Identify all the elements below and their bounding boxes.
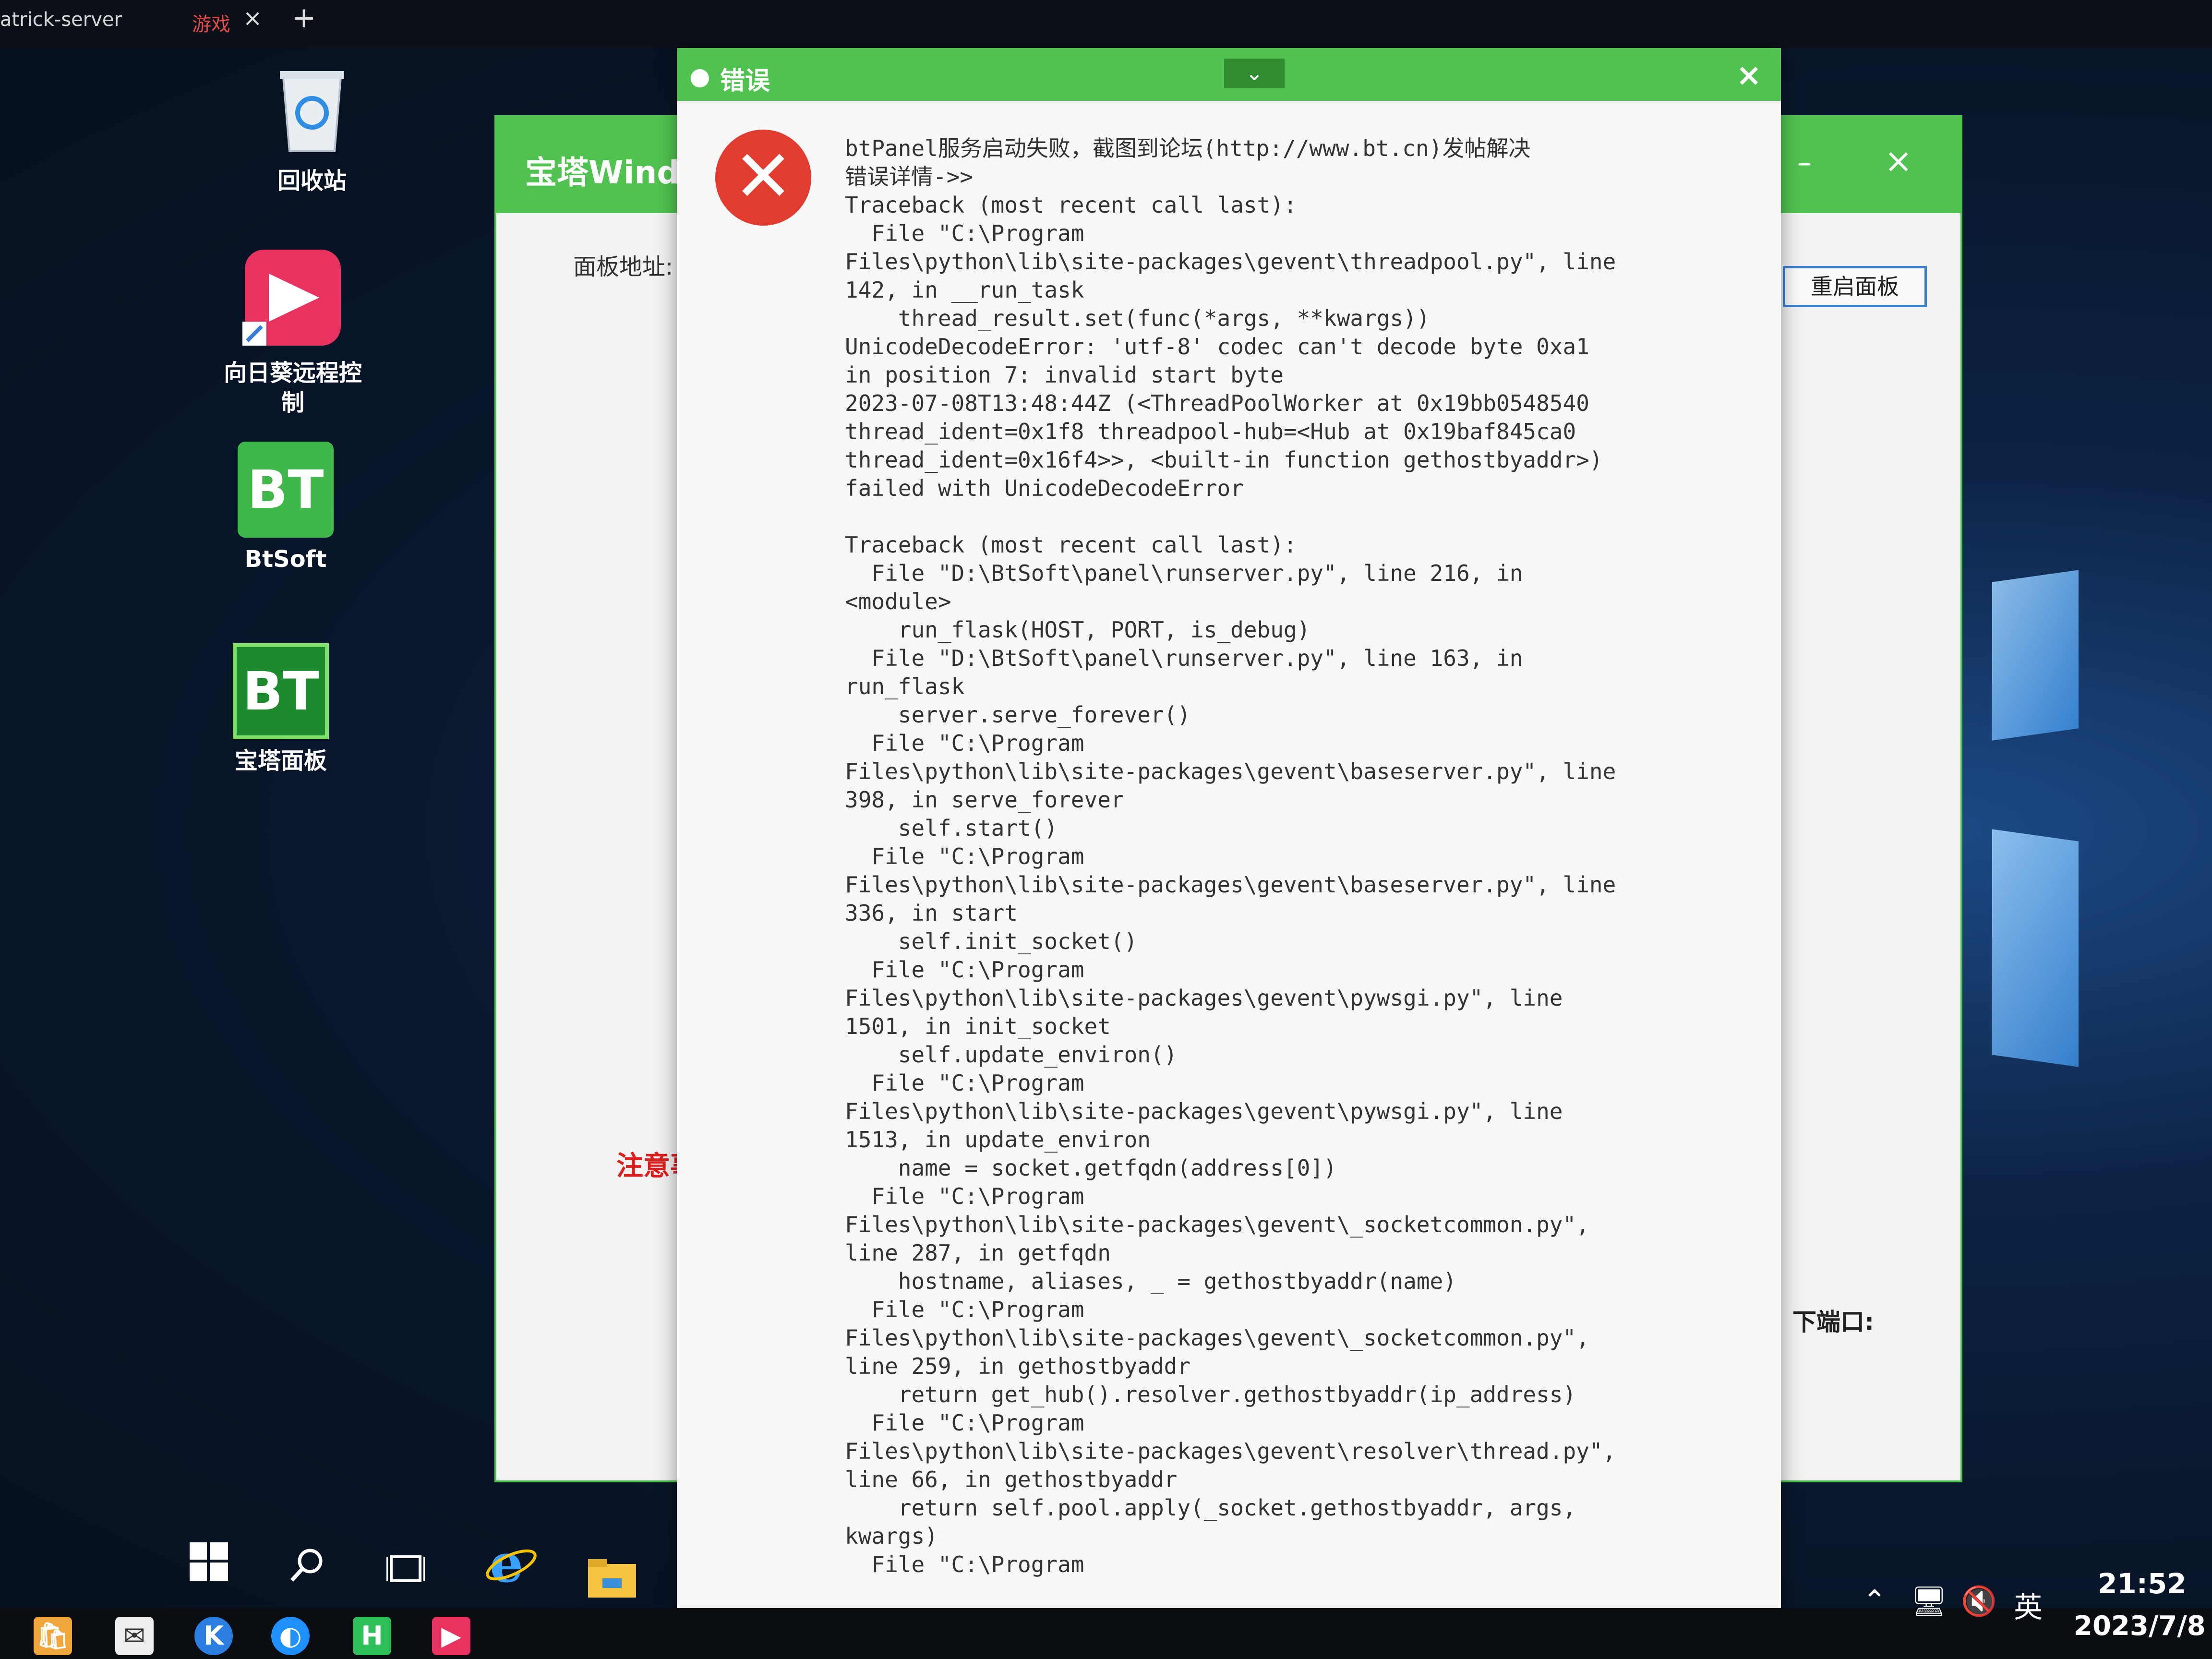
error-dialog: ● 错误 ⌄ × ✕ btPanel服务启动失败，截图到论坛(http://ww… [677, 48, 1781, 1659]
error-icon: ✕ [715, 130, 811, 226]
browser-icon[interactable]: ◐ [271, 1617, 310, 1655]
task-view-icon[interactable] [385, 1546, 426, 1596]
windows-wallpaper-logo [1992, 570, 2079, 741]
mail-icon[interactable]: ✉ [115, 1617, 154, 1655]
ime-indicator[interactable]: 英 [2014, 1584, 2043, 1626]
file-explorer-icon[interactable] [588, 1558, 636, 1608]
volume-muted-icon[interactable]: 🔇 [1961, 1584, 1997, 1618]
chevron-down-icon[interactable]: ⌄ [1224, 59, 1285, 88]
desktop-icon-recycle-bin[interactable]: 回收站 [250, 62, 374, 196]
clock-time[interactable]: 21:52 [2098, 1567, 2187, 1600]
recycle-bin-icon [250, 62, 374, 159]
window-title: 宝塔Windo [525, 154, 701, 191]
new-tab-icon[interactable]: + [292, 1, 316, 35]
tab-games[interactable]: 游戏 [192, 9, 230, 36]
windows-wallpaper-logo-lower [1992, 829, 2079, 1067]
clock-date[interactable]: 2023/7/8 [2074, 1611, 2206, 1642]
panel-address-label: 面板地址: [573, 253, 673, 280]
sunlogin-icon [221, 250, 365, 351]
close-icon[interactable]: × [1736, 58, 1762, 93]
port-label: 下端口: [1792, 1308, 1874, 1336]
desktop-icon-sunlogin[interactable]: 向日葵远程控制 [221, 250, 365, 418]
search-icon[interactable] [288, 1543, 326, 1594]
chevron-up-icon[interactable]: ⌃ [1863, 1584, 1887, 1618]
hbuilder-icon[interactable]: H [353, 1617, 391, 1655]
tab-patrick-server[interactable]: atrick-server [0, 9, 122, 31]
tab-strip: atrick-server 游戏 × + [0, 0, 2212, 48]
btsoft-icon: BT [238, 442, 334, 538]
store-icon[interactable]: 🛍 [34, 1617, 72, 1655]
chat-bubble-icon: ● [689, 62, 710, 90]
sunlogin-taskbar-icon[interactable]: ▶ [432, 1617, 470, 1655]
tab-close-icon[interactable]: × [243, 5, 262, 32]
desktop-icon-label: BtSoft [244, 546, 327, 573]
bt-panel-icon: BT [233, 643, 329, 739]
kugou-icon[interactable]: K [194, 1617, 233, 1655]
network-icon[interactable]: 🖥 [1911, 1584, 1947, 1618]
desktop-icon-label: 回收站 [277, 168, 347, 194]
internet-explorer-icon[interactable]: e [485, 1532, 538, 1597]
desktop-icon-bt-panel[interactable]: BT 宝塔面板 [221, 643, 341, 776]
desktop-icon-label: 向日葵远程控制 [223, 360, 362, 416]
close-icon[interactable]: × [1884, 141, 1912, 180]
desktop-icon-label: 宝塔面板 [234, 747, 327, 774]
desktop-icon-btsoft[interactable]: BT BtSoft [230, 442, 341, 574]
error-message: btPanel服务启动失败，截图到论坛(http://www.bt.cn)发帖解… [845, 135, 1616, 1577]
restart-panel-button[interactable]: 重启面板 [1783, 266, 1927, 307]
dialog-title: 错误 [720, 67, 770, 96]
minimize-icon[interactable]: – [1797, 146, 1812, 180]
start-windows-icon[interactable] [190, 1541, 228, 1591]
